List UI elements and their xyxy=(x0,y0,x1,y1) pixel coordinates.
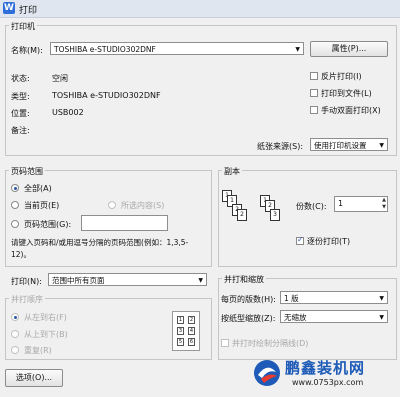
copies-value: 1 xyxy=(338,199,344,208)
reverse-print-checkbox[interactable] xyxy=(310,72,318,80)
collate-checkbox[interactable] xyxy=(296,235,304,245)
copies-title: 副本 xyxy=(222,166,242,177)
scale-label: 按纸型缩放(Z): xyxy=(221,314,276,323)
chevron-down-icon: ▼ xyxy=(198,277,203,284)
current-page-radio[interactable] xyxy=(11,201,19,209)
print-to-file-label: 打印到文件(L) xyxy=(321,89,372,98)
type-value: TOSHIBA e-STUDIO302DNF xyxy=(52,91,161,100)
printer-name-value: TOSHIBA e-STUDIO302DNF xyxy=(54,45,156,54)
page-range-title: 页码范围 xyxy=(9,166,45,177)
left-to-right-radio[interactable] xyxy=(11,313,19,321)
collate-label: 逐份打印(T) xyxy=(307,237,351,246)
selection-radio[interactable] xyxy=(108,201,116,209)
manual-duplex-label: 手动双面打印(X) xyxy=(321,106,381,115)
thumb-4: 4 xyxy=(188,327,195,335)
copies-input[interactable]: 1 ▲ ▼ xyxy=(334,196,388,212)
print-order-title: 并打顺序 xyxy=(9,294,45,305)
pages-per-sheet-value: 1 版 xyxy=(284,294,299,303)
title-bar xyxy=(0,0,400,18)
scaling-title: 并打和缩放 xyxy=(222,274,266,285)
page-range-hint: 请键入页码和/或用逗号分隔的页码范围(例如：1,3,5-12)。 xyxy=(11,238,189,259)
draw-lines-checkbox[interactable] xyxy=(221,339,229,347)
all-label: 全部(A) xyxy=(24,184,52,193)
repeat-radio[interactable] xyxy=(11,346,19,354)
uncollated-pages-icon: 1 1 2 2 xyxy=(222,190,252,230)
wps-icon: W xyxy=(3,2,15,14)
pages-label: 页码范围(G): xyxy=(24,220,72,229)
thumb-2: 2 xyxy=(188,316,195,324)
print-what-label: 打印(N): xyxy=(11,277,42,286)
chevron-down-icon: ▼ xyxy=(379,142,384,149)
top-to-bottom-label: 从上到下(B) xyxy=(24,330,68,339)
current-page-label: 当前页(E) xyxy=(24,201,60,210)
selection-label: 所选内容(S) xyxy=(121,201,165,210)
scale-select[interactable]: 无缩放 ▼ xyxy=(280,310,388,323)
paper-source-label: 纸张来源(S): xyxy=(257,142,304,151)
thumb-5: 5 xyxy=(177,338,184,346)
print-what-select[interactable]: 范围中所有页面 ▼ xyxy=(48,273,207,286)
printer-group-title: 打印机 xyxy=(9,21,37,32)
printer-name-label: 名称(M): xyxy=(11,46,43,55)
paper-source-select[interactable]: 使用打印机设置 ▼ xyxy=(310,138,388,151)
location-value: USB002 xyxy=(52,108,84,117)
paper-source-value: 使用打印机设置 xyxy=(314,141,367,150)
watermark-brand: 鹏鑫装机网 xyxy=(285,359,366,377)
options-button[interactable]: 选项(O)... xyxy=(5,369,63,387)
collated-pages-icon: 1 2 3 xyxy=(260,195,290,235)
pages-per-sheet-select[interactable]: 1 版 ▼ xyxy=(280,291,388,304)
chevron-down-icon: ▼ xyxy=(379,314,384,321)
watermark-url: www.0753px.com xyxy=(292,378,364,387)
properties-button[interactable]: 属性(P)... xyxy=(310,41,388,57)
pages-per-sheet-label: 每页的版数(H): xyxy=(221,295,276,304)
reverse-print-label: 反片打印(I) xyxy=(321,72,362,81)
top-to-bottom-radio[interactable] xyxy=(11,330,19,338)
copies-label: 份数(C): xyxy=(296,202,327,211)
location-label: 位置: xyxy=(11,109,30,118)
watermark-logo-icon xyxy=(254,360,280,386)
print-order-preview: 1 2 3 4 5 6 xyxy=(172,311,200,351)
pages-radio[interactable] xyxy=(11,220,19,228)
status-value: 空闲 xyxy=(52,74,68,83)
thumb-6: 6 xyxy=(188,338,195,346)
print-to-file-checkbox[interactable] xyxy=(310,89,318,97)
thumb-3: 3 xyxy=(177,327,184,335)
spinner-icon[interactable]: ▲ ▼ xyxy=(382,197,386,211)
thumb-1: 1 xyxy=(177,316,184,324)
pages-input[interactable] xyxy=(81,215,168,231)
all-radio[interactable] xyxy=(11,184,19,192)
left-to-right-label: 从左到右(F) xyxy=(24,313,67,322)
printer-name-select[interactable]: TOSHIBA e-STUDIO302DNF ▼ xyxy=(50,42,304,55)
chevron-down-icon: ▼ xyxy=(379,295,384,302)
scale-value: 无缩放 xyxy=(284,313,307,322)
print-what-value: 范围中所有页面 xyxy=(52,276,105,285)
status-label: 状态: xyxy=(11,74,30,83)
window-title: 打印 xyxy=(19,6,38,16)
manual-duplex-checkbox[interactable] xyxy=(310,106,318,114)
repeat-label: 重复(R) xyxy=(24,346,52,355)
comment-label: 备注: xyxy=(11,126,30,135)
draw-lines-label: 并打时绘制分隔线(D) xyxy=(232,339,309,348)
watermark: 鹏鑫装机网 www.0753px.com xyxy=(252,355,397,395)
chevron-down-icon: ▼ xyxy=(295,46,300,53)
type-label: 类型: xyxy=(11,92,30,101)
